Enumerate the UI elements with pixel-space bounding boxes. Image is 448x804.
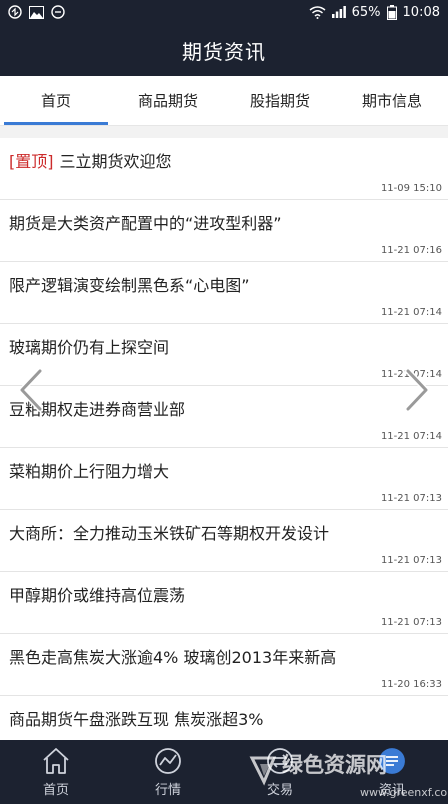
tab-label: 首页: [40, 92, 71, 110]
list-item[interactable]: 玻璃期价仍有上探空间 11-21 07:14: [0, 324, 448, 386]
image-icon: [29, 5, 44, 19]
news-title: 豆粕期权走进券商营业部: [9, 400, 186, 419]
list-item[interactable]: 黑色走高焦炭大涨逾4% 玻璃创2013年来新高 11-20 16:33: [0, 634, 448, 696]
bottom-nav: 首页 行情 交易 资讯: [0, 740, 448, 804]
next-arrow-icon[interactable]: [402, 368, 432, 412]
news-title: 商品期货午盘涨跌互现 焦炭涨超3%: [9, 710, 264, 729]
tab-label: 股指期货: [249, 92, 310, 110]
wifi-icon: [309, 5, 326, 19]
battery-percent: 65%: [351, 4, 381, 20]
nav-label: 交易: [266, 782, 293, 798]
page-title: 期货资讯: [182, 39, 266, 64]
news-title: [置顶] 三立期货欢迎您: [9, 148, 440, 172]
list-item[interactable]: [置顶] 三立期货欢迎您 11-09 15:10: [0, 138, 448, 200]
section-divider: [0, 126, 448, 138]
news-time: 11-21 07:14: [380, 307, 442, 318]
news-time: 11-09 15:10: [380, 183, 442, 194]
list-item[interactable]: 甲醇期价或维持高位震荡 11-21 07:13: [0, 572, 448, 634]
news-title: 菜粕期价上行阻力增大: [9, 462, 170, 481]
news-title-text: 三立期货欢迎您: [59, 152, 172, 171]
news-title: 黑色走高焦炭大涨逾4% 玻璃创2013年来新高: [9, 648, 337, 667]
prev-arrow-icon[interactable]: [16, 368, 46, 412]
nav-news[interactable]: 资讯: [336, 740, 448, 804]
list-item[interactable]: 期货是大类资产配置中的“进攻型利器” 11-21 07:16: [0, 200, 448, 262]
clock: 10:08: [402, 4, 440, 20]
news-icon: [379, 747, 405, 774]
tab-home[interactable]: 首页: [0, 76, 112, 125]
news-time: 11-21 07:16: [380, 245, 442, 256]
nav-trade[interactable]: 交易: [224, 740, 336, 804]
news-title: 甲醇期价或维持高位震荡: [9, 586, 186, 605]
signal-icon: [331, 6, 346, 18]
news-title: 大商所：全力推动玉米铁矿石等期权开发设计: [9, 524, 330, 543]
tab-bar: 首页 商品期货 股指期货 期市信息: [0, 76, 448, 126]
status-right: 65% 10:08: [309, 4, 440, 20]
news-time: 11-20 16:33: [380, 679, 442, 690]
news-title: 玻璃期价仍有上探空间: [9, 338, 170, 357]
list-item[interactable]: 商品期货午盘涨跌互现 焦炭涨超3%: [0, 696, 448, 740]
notification-icon: [51, 5, 65, 19]
news-time: 11-21 07:13: [380, 493, 442, 504]
tab-market-info[interactable]: 期市信息: [336, 76, 448, 125]
chart-icon: [155, 747, 181, 774]
list-item[interactable]: 菜粕期价上行阻力增大 11-21 07:13: [0, 448, 448, 510]
title-bar: 期货资讯: [0, 24, 448, 76]
list-item[interactable]: 限产逻辑演变绘制黑色系“心电图” 11-21 07:14: [0, 262, 448, 324]
nav-quotes[interactable]: 行情: [112, 740, 224, 804]
news-time: 11-21 07:14: [380, 431, 442, 442]
nav-label: 行情: [154, 782, 181, 798]
list-item[interactable]: 豆粕期权走进券商营业部 11-21 07:14: [0, 386, 448, 448]
home-icon: [43, 747, 69, 774]
tab-label: 商品期货: [137, 92, 198, 110]
trade-icon: [267, 747, 293, 774]
news-title: 限产逻辑演变绘制黑色系“心电图”: [9, 276, 250, 295]
tab-label: 期市信息: [361, 92, 422, 110]
status-bar: 65% 10:08: [0, 0, 448, 24]
message-icon: [8, 5, 22, 19]
list-item[interactable]: 大商所：全力推动玉米铁矿石等期权开发设计 11-21 07:13: [0, 510, 448, 572]
nav-home[interactable]: 首页: [0, 740, 112, 804]
nav-label: 首页: [42, 782, 69, 798]
battery-icon: [386, 4, 397, 20]
tab-commodity-futures[interactable]: 商品期货: [112, 76, 224, 125]
news-title: 期货是大类资产配置中的“进攻型利器”: [9, 214, 282, 233]
status-left: [8, 5, 65, 19]
nav-label: 资讯: [378, 782, 405, 798]
tab-index-futures[interactable]: 股指期货: [224, 76, 336, 125]
news-time: 11-21 07:13: [380, 555, 442, 566]
news-list[interactable]: [置顶] 三立期货欢迎您 11-09 15:10 期货是大类资产配置中的“进攻型利…: [0, 138, 448, 740]
news-time: 11-21 07:13: [380, 617, 442, 628]
pinned-tag: [置顶]: [9, 152, 54, 171]
